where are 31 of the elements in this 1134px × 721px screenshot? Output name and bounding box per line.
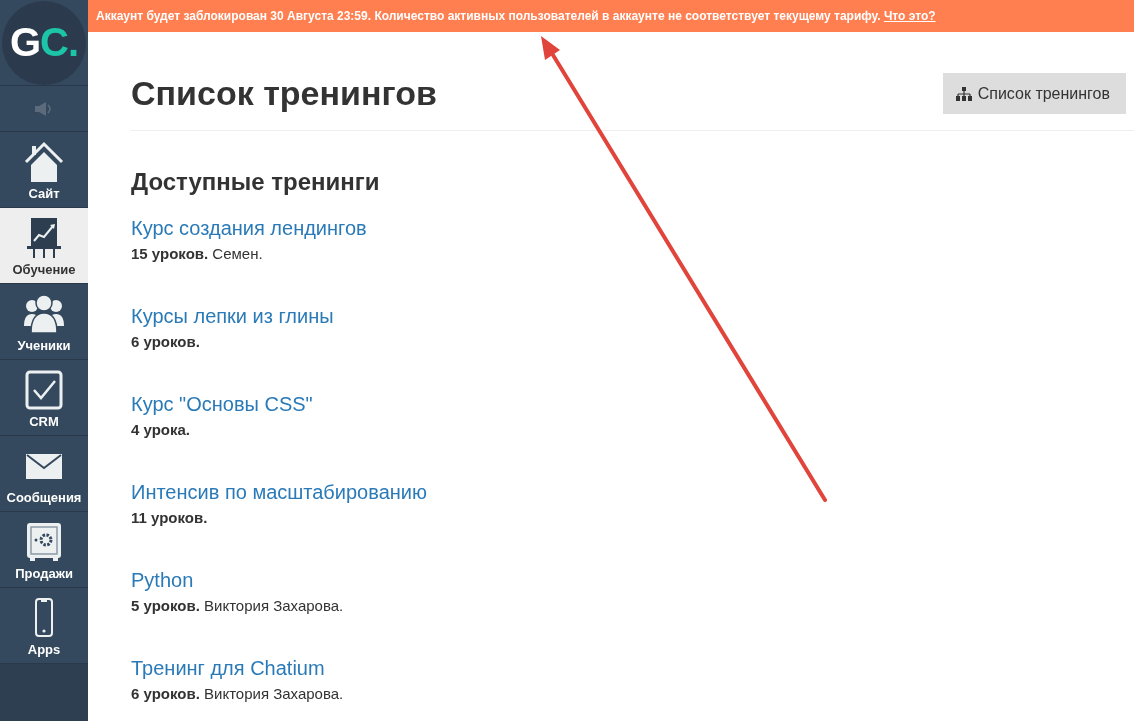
sidebar-item[interactable]: CRM bbox=[0, 360, 88, 436]
people-icon bbox=[24, 293, 64, 335]
chart-board-icon bbox=[24, 217, 64, 259]
course-link[interactable]: Курс "Основы CSS" bbox=[131, 391, 313, 417]
course-meta: 15 уроков. Семен. bbox=[131, 244, 263, 264]
sidebar-item[interactable]: Ученики bbox=[0, 284, 88, 360]
trainings-list-button[interactable]: Список тренингов bbox=[942, 73, 1126, 114]
sidebar-item[interactable]: Сайт bbox=[0, 132, 88, 208]
speaker-icon[interactable] bbox=[35, 101, 53, 116]
page-title: Список тренингов bbox=[131, 73, 437, 114]
course-meta: 6 уроков. bbox=[131, 332, 200, 352]
course-link[interactable]: Курсы лепки из глины bbox=[131, 303, 334, 329]
safe-icon bbox=[24, 521, 64, 563]
sidebar-item[interactable]: Apps bbox=[0, 588, 88, 664]
logo[interactable]: GC. bbox=[2, 0, 86, 85]
course-link[interactable]: Интенсив по масштабированию bbox=[131, 479, 427, 505]
course-link[interactable]: Python bbox=[131, 567, 194, 593]
course-link[interactable]: Тренинг для Chatium bbox=[131, 655, 325, 681]
sidebar-item[interactable]: Продажи bbox=[0, 512, 88, 588]
sidebar-item[interactable]: Обучение bbox=[0, 208, 88, 284]
course-meta: 4 урока. bbox=[131, 420, 190, 440]
checkbox-icon bbox=[24, 369, 64, 411]
course-meta: 11 уроков. bbox=[131, 508, 208, 528]
course-link[interactable]: Курс создания лендингов bbox=[131, 215, 367, 241]
course-meta: 5 уроков. Виктория Захарова. bbox=[131, 596, 344, 616]
sidebar-item[interactable]: Сообщения bbox=[0, 436, 88, 512]
course-meta: 6 уроков. Виктория Захарова. bbox=[131, 684, 344, 704]
sitemap-icon bbox=[955, 86, 972, 101]
section-title: Доступные тренинги bbox=[131, 167, 380, 197]
house-icon bbox=[24, 141, 64, 183]
warning-message: Аккаунт будет заблокирован 30 Августа 23:59. Количество активных пользователей в аккаунте не соответствует текущему тарифу. Что это? bbox=[96, 9, 936, 23]
